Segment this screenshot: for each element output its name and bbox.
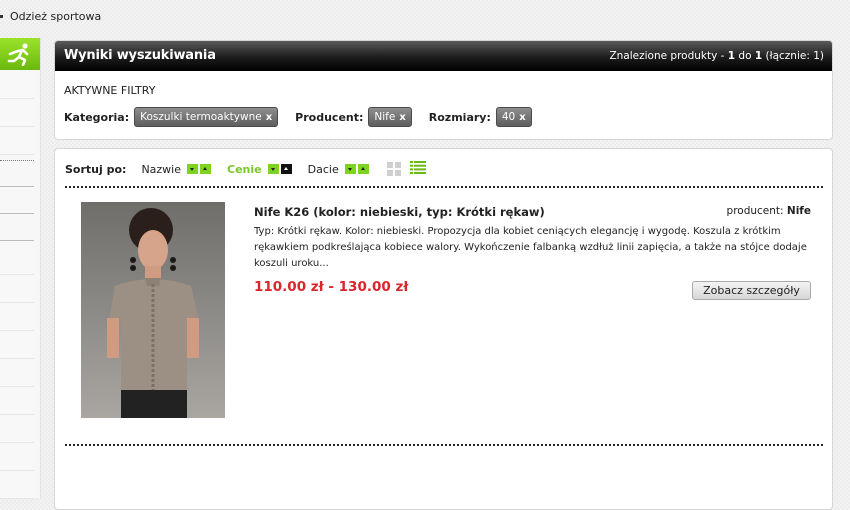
results-panel: Wyniki wyszukiwania Znalezione produkty …	[54, 40, 833, 140]
sort-desc-icon[interactable]	[187, 164, 199, 174]
filter-chip-size[interactable]: 40 x	[495, 107, 532, 127]
divider	[65, 444, 823, 446]
producer-name[interactable]: Nife	[787, 205, 811, 217]
sidebar-divider	[0, 240, 34, 241]
sidebar-item[interactable]	[0, 72, 34, 99]
sort-desc-icon[interactable]	[267, 164, 279, 174]
results-header: Wyniki wyszukiwania Znalezione produkty …	[55, 41, 832, 71]
sidebar-divider	[0, 160, 34, 161]
product-producer: producent: Nife	[726, 205, 811, 217]
bullet-icon	[0, 14, 3, 18]
left-sidebar	[0, 38, 41, 499]
filter-label-category: Kategoria:	[64, 110, 130, 124]
sidebar-item[interactable]	[0, 100, 34, 127]
list-view-icon[interactable]	[409, 161, 426, 177]
details-button[interactable]: Zobacz szczegóły	[692, 281, 811, 300]
sidebar-item[interactable]	[0, 332, 34, 359]
filter-label-size: Rozmiary:	[428, 110, 491, 124]
runner-icon[interactable]	[0, 38, 40, 70]
sidebar-item[interactable]	[0, 388, 34, 415]
active-filters-heading: AKTYWNE FILTRY	[64, 84, 156, 97]
sidebar-item[interactable]	[0, 472, 34, 499]
sort-option-name[interactable]: Nazwie	[141, 163, 181, 176]
remove-filter-icon[interactable]: x	[399, 112, 405, 123]
sort-asc-icon[interactable]	[357, 164, 369, 174]
sort-bar: Sortuj po: Nazwie Cenie Dacie	[65, 161, 426, 177]
sidebar-item[interactable]	[0, 128, 34, 155]
product-image[interactable]	[81, 202, 225, 418]
sidebar-item[interactable]	[0, 360, 34, 387]
sort-asc-icon-active[interactable]	[280, 164, 292, 174]
sidebar-item[interactable]	[0, 276, 34, 303]
sidebar-item[interactable]	[0, 304, 34, 331]
product-price: 110.00 zł - 130.00 zł	[254, 279, 409, 295]
product-list-panel: Sortuj po: Nazwie Cenie Dacie Nife K26 (…	[54, 148, 833, 510]
sort-label: Sortuj po:	[65, 162, 127, 176]
sort-option-date[interactable]: Dacie	[308, 163, 339, 176]
sidebar-divider	[0, 213, 34, 214]
sidebar-item[interactable]	[0, 444, 34, 471]
sort-desc-icon[interactable]	[344, 164, 356, 174]
filter-chip-category[interactable]: Koszulki termoaktywne x	[134, 107, 279, 127]
remove-filter-icon[interactable]: x	[519, 112, 525, 123]
results-title: Wyniki wyszukiwania	[64, 48, 216, 63]
product-description: Typ: Krótki rękaw. Kolor: niebieski. Pro…	[254, 226, 807, 269]
active-filters: Kategoria: Koszulki termoaktywne x Produc…	[64, 107, 549, 127]
breadcrumb[interactable]: Odzież sportowa	[0, 10, 101, 23]
sort-asc-icon[interactable]	[200, 164, 212, 174]
filter-chip-producer[interactable]: Nife x	[368, 107, 412, 127]
sidebar-item[interactable]	[0, 416, 34, 443]
product-title[interactable]: Nife K26 (kolor: niebieski, typ: Krótki …	[254, 205, 545, 219]
results-count: Znalezione produkty - 1 do 1 (łącznie: 1…	[609, 50, 824, 62]
filter-label-producer: Producent:	[295, 110, 364, 124]
divider	[65, 186, 823, 188]
breadcrumb-label[interactable]: Odzież sportowa	[10, 10, 101, 23]
grid-view-icon[interactable]	[386, 162, 401, 176]
sidebar-divider	[0, 186, 34, 187]
remove-filter-icon[interactable]: x	[266, 112, 272, 123]
sort-option-price[interactable]: Cenie	[227, 163, 262, 176]
sidebar-item[interactable]	[0, 248, 34, 275]
